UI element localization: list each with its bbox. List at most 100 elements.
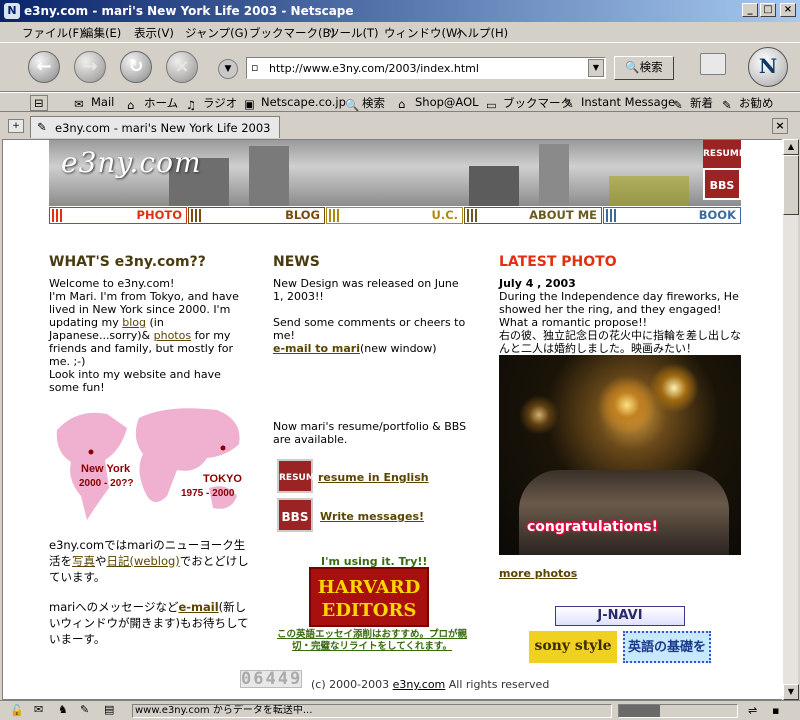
photo-people — [519, 470, 729, 555]
menu-view[interactable]: 表示(V) — [134, 25, 174, 41]
bookmark-icon: ✎ — [564, 97, 574, 111]
resume-banner-button[interactable]: RESUME — [703, 140, 741, 168]
write-messages-link[interactable]: Write messages! — [320, 510, 424, 523]
status-text: www.e3ny.com からデータを転送中... — [132, 704, 612, 718]
menu-help[interactable]: ヘルプ(H) — [456, 25, 508, 41]
netscape-icon: ▣ — [244, 97, 255, 111]
netscape-app-icon: N — [4, 3, 20, 19]
more-photos-link[interactable]: more photos — [499, 567, 577, 580]
security-lock-icon[interactable]: 🔓 — [10, 704, 24, 717]
map-ny-dot — [88, 449, 94, 455]
reload-button[interactable]: ↻ — [120, 51, 152, 83]
url-input[interactable] — [249, 60, 583, 76]
tab-active[interactable]: ✎ e3ny.com - mari's New York Life 2003 — [30, 116, 280, 138]
menu-bookmarks[interactable]: ブックマーク(B) — [249, 25, 335, 41]
jp-email-link[interactable]: e-mail — [178, 600, 218, 614]
online-plug-icon[interactable]: ⇌ — [748, 704, 757, 717]
menu-edit[interactable]: 編集(E) — [82, 25, 121, 41]
nav-photo[interactable]: PHOTO — [49, 207, 187, 224]
window-title: e3ny.com - mari's New York Life 2003 - N… — [24, 4, 354, 18]
menu-tools[interactable]: ツール(T) — [328, 25, 379, 41]
photos-link[interactable]: photos — [154, 329, 191, 342]
toolbar-recommend[interactable]: ✎ お勧め — [722, 95, 774, 112]
composer-icon[interactable]: ✎ — [80, 703, 89, 716]
visitor-counter: 06449 — [240, 669, 303, 689]
back-button[interactable]: ← — [28, 51, 60, 83]
scroll-down-icon[interactable]: ▼ — [783, 684, 799, 700]
mail-icon[interactable]: ✉ — [34, 703, 43, 716]
menu-window[interactable]: ウィンドウ(W) — [384, 25, 462, 41]
nav-stripe — [52, 209, 64, 222]
latest-photo-heading: LATEST PHOTO — [499, 254, 617, 270]
toolbar-toggle-icon[interactable]: ⊟ — [30, 95, 48, 111]
whats-jp-intro: e3ny.comではmariのニューヨーク生活を写真や日記(weblog)でおと… — [49, 538, 249, 584]
url-bar[interactable]: ▫ ▼ — [246, 57, 606, 79]
site-logo[interactable]: e3ny.com — [61, 146, 202, 179]
news-email-line: e-mail to mari(new window) — [273, 342, 437, 355]
bbs-banner-button[interactable]: BBS — [703, 168, 741, 200]
map-tokyo-dot — [220, 445, 226, 451]
url-dropdown-icon[interactable]: ▼ — [588, 59, 604, 77]
maximize-button[interactable]: □ — [760, 3, 776, 17]
email-to-mari-link[interactable]: e-mail to mari — [273, 342, 360, 355]
new-tab-icon[interactable]: + — [8, 119, 24, 133]
web-page: e3ny.com RESUME BBS PHOTO BLOG U.C. ABOU… — [45, 140, 745, 699]
stop-button[interactable]: × — [166, 51, 198, 83]
menu-go[interactable]: ジャンプ(G) — [185, 25, 248, 41]
scroll-thumb[interactable] — [783, 155, 799, 215]
nav-blog[interactable]: BLOG — [188, 207, 325, 224]
photo-caption-en: During the Independence day fireworks, H… — [499, 290, 739, 329]
toolbar-bookmarks[interactable]: ▭ ブックマーク — [486, 95, 572, 112]
forward-button[interactable]: → — [74, 51, 106, 83]
search-button[interactable]: 🔍検索 — [614, 56, 674, 80]
harvard-caption-link[interactable]: この英語エッセイ添削はおすすめ。プロが親切・完璧なリライトをしてくれます。 — [277, 629, 467, 653]
sony-style-banner[interactable]: sony style — [529, 631, 617, 663]
url-history-icon[interactable]: ▼ — [218, 59, 238, 79]
jnavi-banner[interactable]: J-NAVI — [555, 606, 685, 626]
copyright-link[interactable]: e3ny.com — [393, 678, 446, 691]
nav-stripe — [606, 209, 618, 222]
close-tab-button[interactable]: × — [772, 118, 788, 134]
lock-icon: ▪ — [772, 704, 780, 717]
toolbar-search[interactable]: 🔍 検索 — [345, 95, 385, 112]
resume-english-link[interactable]: resume in English — [318, 471, 429, 484]
resume-icon[interactable]: RESUME — [277, 459, 321, 493]
blog-link[interactable]: blog — [122, 316, 146, 329]
bbs-icon[interactable]: BBS — [277, 498, 313, 532]
status-bar: 🔓 ✉ ♞ ✎ ▤ www.e3ny.com からデータを転送中... ⇌ ▪ — [0, 700, 800, 720]
nav-book[interactable]: BOOK — [603, 207, 741, 224]
toolbar-mail[interactable]: ✉ Mail — [74, 95, 114, 111]
map-tokyo-years: 1975 - 2000 — [181, 488, 235, 499]
address-book-icon[interactable]: ▤ — [104, 703, 114, 716]
nav-uc[interactable]: U.C. — [326, 207, 463, 224]
eigo-kiso-banner[interactable]: 英語の基礎を — [623, 631, 711, 663]
toolbar-instant-message[interactable]: ✎ Instant Message — [564, 95, 675, 111]
toolbar-radio[interactable]: ♫ ラジオ — [186, 95, 237, 112]
latest-photo-image[interactable]: congratulations! — [499, 355, 741, 555]
vertical-scrollbar[interactable]: ▲ ▼ — [782, 139, 799, 700]
whats-intro: Welcome to e3ny.com! I'm Mari. I'm from … — [49, 277, 239, 394]
news-item-send: Send some comments or cheers to me! — [273, 316, 466, 342]
news-heading: NEWS — [273, 254, 320, 270]
toolbar-netscape[interactable]: ▣ Netscape.co.jp — [244, 95, 346, 111]
toolbar-new[interactable]: ✎ 新着 — [673, 95, 713, 112]
scroll-up-icon[interactable]: ▲ — [783, 139, 799, 155]
toolbar-shop[interactable]: ⌂ Shop@AOL — [398, 95, 479, 111]
photo-firework — [597, 375, 657, 435]
world-map: New York 2000 - 20?? TOKYO 1975 - 2000 — [56, 408, 242, 520]
aim-icon[interactable]: ♞ — [58, 703, 68, 716]
minimize-button[interactable]: _ — [742, 3, 758, 17]
tab-bar: + ✎ e3ny.com - mari's New York Life 2003… — [0, 113, 800, 139]
mail-icon: ✉ — [74, 97, 84, 111]
map-ny-label: New York — [81, 463, 131, 475]
harvard-editors-banner[interactable]: HARVARD EDITORS — [309, 567, 429, 627]
jp-photo-link[interactable]: 写真 — [72, 554, 95, 568]
nav-about-me[interactable]: ABOUT ME — [464, 207, 602, 224]
jp-diary-link[interactable]: 日記(weblog) — [107, 554, 180, 568]
close-button[interactable]: × — [780, 3, 796, 17]
photo-firework — [649, 363, 699, 413]
netscape-logo[interactable]: N — [748, 47, 788, 87]
menu-file[interactable]: ファイル(F) — [22, 25, 84, 41]
print-icon[interactable] — [700, 53, 726, 75]
toolbar-home[interactable]: ⌂ ホーム — [127, 95, 178, 112]
